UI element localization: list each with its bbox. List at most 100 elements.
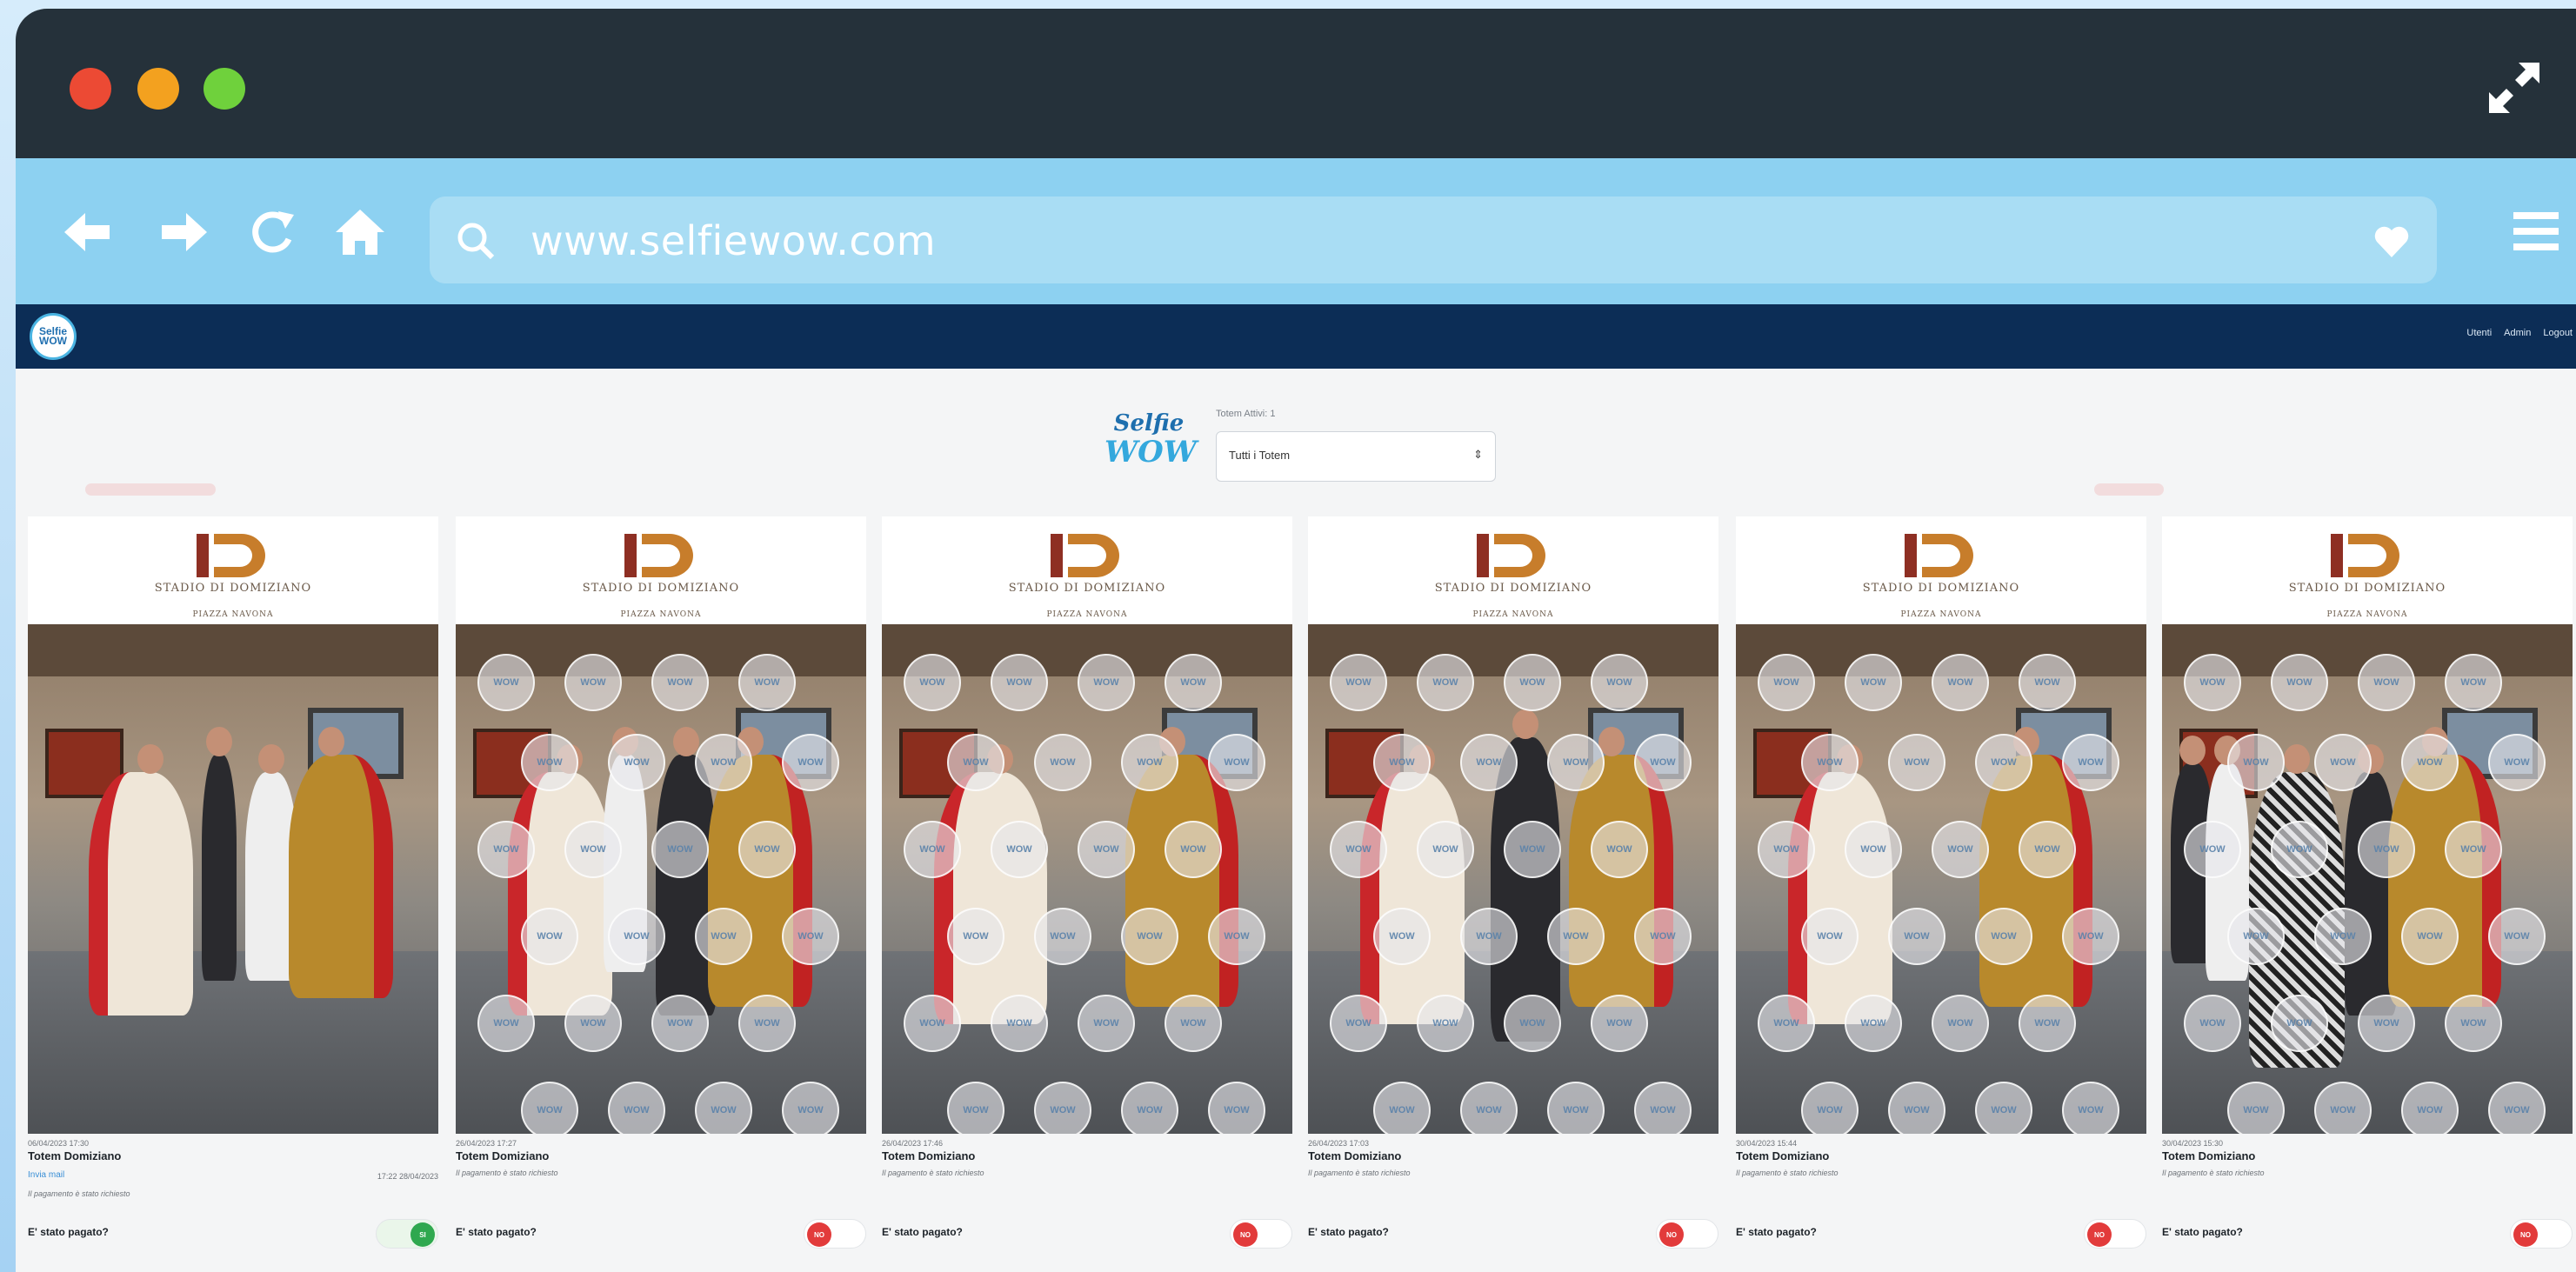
person-head bbox=[318, 727, 344, 756]
selfie-photo[interactable]: WOW WOW WOW WOW WOW WOW WOW WOW WOW WOW WOW WOW WOW W… bbox=[882, 624, 1292, 1134]
paid-question-label: E' stato pagato? bbox=[1736, 1226, 1817, 1238]
selfiewow-watermark-icon: WOW bbox=[1845, 995, 1902, 1052]
photo-card[interactable]: STADIO DI DOMIZIANO PIAZZA NAVONA WOW WOW… bbox=[882, 516, 1292, 1268]
totem-select-value: Tutti i Totem bbox=[1229, 449, 1291, 462]
selfiewow-watermark-icon: WOW bbox=[2488, 1082, 2546, 1134]
selfie-photo[interactable] bbox=[28, 624, 438, 1134]
photo-date: 26/04/2023 17:46 bbox=[882, 1139, 944, 1148]
nav-link-users[interactable]: Utenti bbox=[2466, 328, 2492, 338]
selfie-photo[interactable]: WOW WOW WOW WOW WOW WOW WOW WOW WOW WOW WOW WOW WOW W… bbox=[1736, 624, 2146, 1134]
selfiewow-watermark-icon: WOW bbox=[1801, 734, 1859, 791]
app-logo[interactable]: Selfie WOW bbox=[30, 313, 77, 360]
paid-toggle[interactable]: NO bbox=[2510, 1219, 2573, 1249]
selfiewow-watermark-icon: WOW bbox=[1932, 654, 1989, 711]
card-meta: 30/04/2023 15:44 Totem Domiziano Il paga… bbox=[1736, 1139, 2146, 1249]
selfiewow-watermark-icon: WOW bbox=[564, 995, 622, 1052]
selfiewow-watermark-icon: WOW bbox=[2445, 995, 2502, 1052]
nav-link-admin[interactable]: Admin bbox=[2504, 328, 2531, 338]
back-arrow-icon[interactable] bbox=[61, 206, 113, 258]
reload-icon[interactable] bbox=[247, 206, 299, 258]
totem-name: Totem Domiziano bbox=[456, 1149, 550, 1162]
selfiewow-watermark-icon: WOW bbox=[1078, 995, 1135, 1052]
selfiewow-watermark-icon: WOW bbox=[651, 654, 709, 711]
nav-link-logout[interactable]: Logout bbox=[2543, 328, 2573, 338]
card-meta: 26/04/2023 17:03 Totem Domiziano Il paga… bbox=[1308, 1139, 1718, 1249]
payment-note: Il pagamento è stato richiesto bbox=[882, 1169, 984, 1177]
logo-caption: PIAZZA NAVONA bbox=[620, 610, 702, 619]
forward-arrow-icon[interactable] bbox=[158, 206, 210, 258]
selfiewow-watermark-icon: WOW bbox=[2271, 995, 2328, 1052]
photo-card[interactable]: STADIO DI DOMIZIANO PIAZZA NAVONA 06/04/… bbox=[28, 516, 438, 1268]
paid-toggle[interactable]: NO bbox=[2084, 1219, 2146, 1249]
selfiewow-watermark-icon: WOW bbox=[1330, 654, 1387, 711]
paid-toggle[interactable]: SI bbox=[376, 1219, 438, 1249]
select-caret-icon: ⇕ bbox=[1473, 448, 1483, 461]
payment-note: Il pagamento è stato richiesto bbox=[1308, 1169, 1411, 1177]
person-head bbox=[258, 744, 284, 774]
totem-select[interactable]: Tutti i Totem ⇕ bbox=[1216, 431, 1496, 482]
domiziano-logo: STADIO DI DOMIZIANO PIAZZA NAVONA bbox=[1736, 516, 2146, 624]
person-head bbox=[673, 727, 699, 756]
hamburger-menu-icon[interactable] bbox=[2512, 207, 2560, 256]
selfiewow-watermark-icon: WOW bbox=[2488, 908, 2546, 965]
photo-card[interactable]: STADIO DI DOMIZIANO PIAZZA NAVONA WOW WOW… bbox=[1736, 516, 2146, 1268]
selfiewow-watermark-icon: WOW bbox=[1547, 1082, 1605, 1134]
photo-card[interactable]: STADIO DI DOMIZIANO PIAZZA NAVONA WOW WOW… bbox=[456, 516, 866, 1268]
selfie-photo[interactable]: WOW WOW WOW WOW WOW WOW WOW WOW WOW WOW WOW WOW WOW W… bbox=[1308, 624, 1718, 1134]
send-mail-link[interactable]: Invia mail bbox=[28, 1170, 64, 1180]
person-figure bbox=[289, 727, 393, 998]
fullscreen-icon[interactable] bbox=[2484, 57, 2545, 118]
selfiewow-watermark-icon: WOW bbox=[2184, 995, 2241, 1052]
selfiewow-watermark-icon: WOW bbox=[991, 995, 1048, 1052]
selfiewow-watermark-icon: WOW bbox=[738, 995, 796, 1052]
selfiewow-watermark-icon: WOW bbox=[1208, 908, 1265, 965]
selfiewow-watermark-icon: WOW bbox=[2271, 821, 2328, 878]
selfiewow-watermark-icon: WOW bbox=[2062, 734, 2119, 791]
selfiewow-watermark-icon: WOW bbox=[2019, 654, 2076, 711]
paid-toggle[interactable]: NO bbox=[1656, 1219, 1718, 1249]
selfiewow-watermark-icon: WOW bbox=[2401, 1082, 2459, 1134]
selfiewow-watermark-icon: WOW bbox=[1330, 995, 1387, 1052]
domiziano-logo: STADIO DI DOMIZIANO PIAZZA NAVONA bbox=[2162, 516, 2573, 624]
photo-card[interactable]: STADIO DI DOMIZIANO PIAZZA NAVONA WOW WOW… bbox=[2162, 516, 2573, 1268]
logo-subtitle: STADIO DI DOMIZIANO bbox=[582, 582, 740, 595]
mail-sent-timestamp: 17:22 28/04/2023 bbox=[377, 1172, 438, 1181]
selfiewow-watermark-icon: WOW bbox=[521, 1082, 578, 1134]
selfiewow-watermark-icon: WOW bbox=[1845, 654, 1902, 711]
selfie-photo[interactable]: WOW WOW WOW WOW WOW WOW WOW WOW WOW WOW WOW WOW WOW W… bbox=[2162, 624, 2573, 1134]
selfiewow-watermark-icon: WOW bbox=[782, 1082, 839, 1134]
person-figure bbox=[1360, 744, 1465, 1024]
paid-toggle[interactable]: NO bbox=[1230, 1219, 1292, 1249]
selfiewow-watermark-icon: WOW bbox=[1888, 908, 1945, 965]
selfiewow-watermark-icon: WOW bbox=[1758, 654, 1815, 711]
selfiewow-watermark-icon: WOW bbox=[1460, 1082, 1518, 1134]
paid-question-label: E' stato pagato? bbox=[456, 1226, 537, 1238]
selfiewow-watermark-icon: WOW bbox=[1208, 1082, 1265, 1134]
photo-card[interactable]: STADIO DI DOMIZIANO PIAZZA NAVONA WOW WOW… bbox=[1308, 516, 1718, 1268]
paid-toggle[interactable]: NO bbox=[804, 1219, 866, 1249]
heart-icon[interactable] bbox=[2372, 223, 2411, 261]
home-icon[interactable] bbox=[334, 206, 386, 258]
person-figure bbox=[934, 744, 1047, 1024]
decor-blur bbox=[85, 483, 216, 496]
url-text: www.selfiewow.com bbox=[531, 217, 937, 264]
totem-name: Totem Domiziano bbox=[2162, 1149, 2256, 1162]
selfiewow-watermark-icon: WOW bbox=[1034, 1082, 1091, 1134]
selfiewow-watermark-icon: WOW bbox=[2184, 821, 2241, 878]
selfiewow-watermark-icon: WOW bbox=[2314, 734, 2372, 791]
selfiewow-watermark-icon: WOW bbox=[695, 908, 752, 965]
zoom-window-button[interactable] bbox=[204, 68, 245, 110]
minimize-window-button[interactable] bbox=[137, 68, 179, 110]
selfiewow-watermark-icon: WOW bbox=[608, 908, 665, 965]
totem-name: Totem Domiziano bbox=[1308, 1149, 1402, 1162]
address-bar[interactable]: www.selfiewow.com bbox=[430, 196, 2437, 283]
selfiewow-watermark-icon: WOW bbox=[991, 821, 1048, 878]
payment-note: Il pagamento è stato richiesto bbox=[456, 1169, 558, 1177]
close-window-button[interactable] bbox=[70, 68, 111, 110]
selfiewow-brand-logo: Selfie WOW bbox=[1104, 410, 1197, 470]
card-meta: 06/04/2023 17:30 Totem Domiziano Invia m… bbox=[28, 1139, 438, 1249]
card-meta: 26/04/2023 17:46 Totem Domiziano Il paga… bbox=[882, 1139, 1292, 1249]
domiziano-d-logo-icon bbox=[2331, 534, 2399, 577]
selfiewow-watermark-icon: WOW bbox=[1758, 995, 1815, 1052]
selfie-photo[interactable]: WOW WOW WOW WOW WOW WOW WOW WOW WOW WOW WOW WOW WOW W… bbox=[456, 624, 866, 1134]
